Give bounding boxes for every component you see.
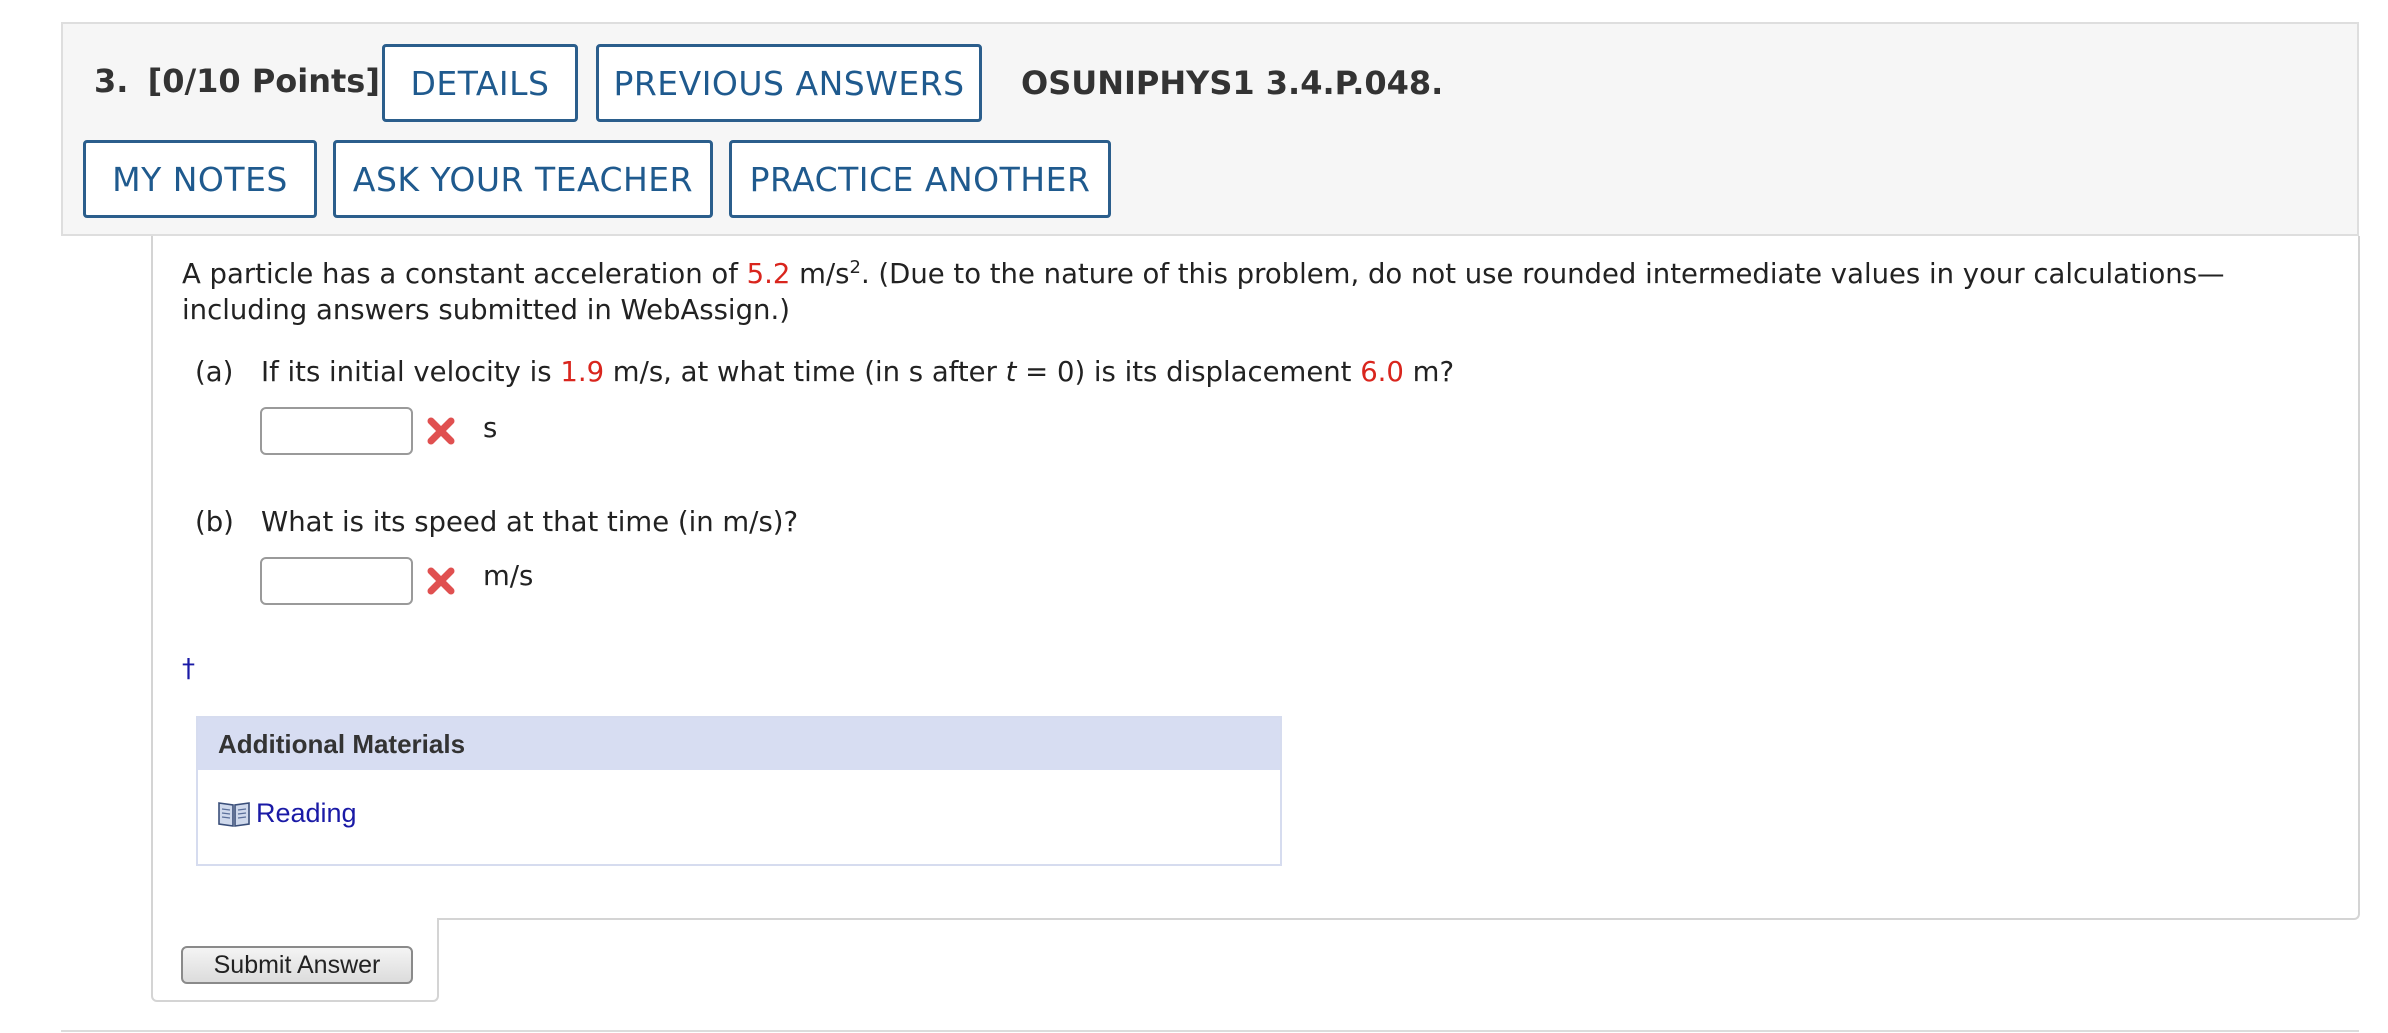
part-b-label: (b) (195, 506, 234, 538)
part-b-unit: m/s (483, 560, 534, 592)
incorrect-x-icon (427, 567, 455, 595)
intro-text-prefix: A particle has a constant acceleration o… (182, 258, 747, 290)
part-a-text-2: m/s, at what time (in s after (604, 356, 1006, 388)
previous-answers-button[interactable]: PREVIOUS ANSWERS (596, 44, 982, 122)
part-b-answer-input[interactable] (260, 557, 413, 605)
part-a-text-1: If its initial velocity is (261, 356, 561, 388)
question-body: A particle has a constant acceleration o… (151, 236, 2360, 920)
part-a-text-4: m? (1403, 356, 1455, 388)
part-a-text-3: = 0) is its displacement (1016, 356, 1361, 388)
ask-your-teacher-button[interactable]: ASK YOUR TEACHER (333, 140, 713, 218)
question-points-label: 3. [0/10 Points] (94, 62, 380, 100)
acceleration-value: 5.2 (746, 258, 791, 290)
initial-velocity-value: 1.9 (560, 356, 605, 388)
details-button[interactable]: DETAILS (382, 44, 578, 122)
additional-materials-title: Additional Materials (198, 718, 1280, 770)
part-a-text: If its initial velocity is 1.9 m/s, at w… (261, 356, 1454, 388)
additional-materials-panel: Additional Materials Reading (196, 716, 1282, 866)
displacement-value: 6.0 (1360, 356, 1404, 388)
footnote-dagger[interactable]: † (182, 654, 195, 684)
reading-link-label: Reading (256, 798, 357, 828)
unit-exponent: 2 (849, 256, 861, 278)
my-notes-button[interactable]: MY NOTES (83, 140, 317, 218)
part-a-label: (a) (195, 356, 234, 388)
time-variable: t (1005, 356, 1017, 388)
bottom-divider (61, 1030, 2359, 1032)
part-a-answer-input[interactable] (260, 407, 413, 455)
practice-another-button[interactable]: PRACTICE ANOTHER (729, 140, 1111, 218)
question-points: [0/10 Points] (147, 62, 380, 100)
submit-answer-button[interactable]: Submit Answer (181, 946, 413, 984)
submit-area: Submit Answer (151, 918, 439, 1002)
incorrect-x-icon (427, 417, 455, 445)
question-number: 3. (94, 62, 129, 100)
part-b-text: What is its speed at that time (in m/s)? (261, 506, 799, 538)
acceleration-unit: m/s (790, 258, 850, 290)
part-a-unit: s (483, 412, 498, 444)
book-icon (218, 801, 250, 827)
question-intro: A particle has a constant acceleration o… (182, 256, 2322, 328)
problem-code: OSUNIPHYS1 3.4.P.048. (1021, 64, 1444, 102)
reading-link[interactable]: Reading (218, 798, 357, 829)
question-header: 3. [0/10 Points] DETAILS PREVIOUS ANSWER… (61, 22, 2359, 236)
